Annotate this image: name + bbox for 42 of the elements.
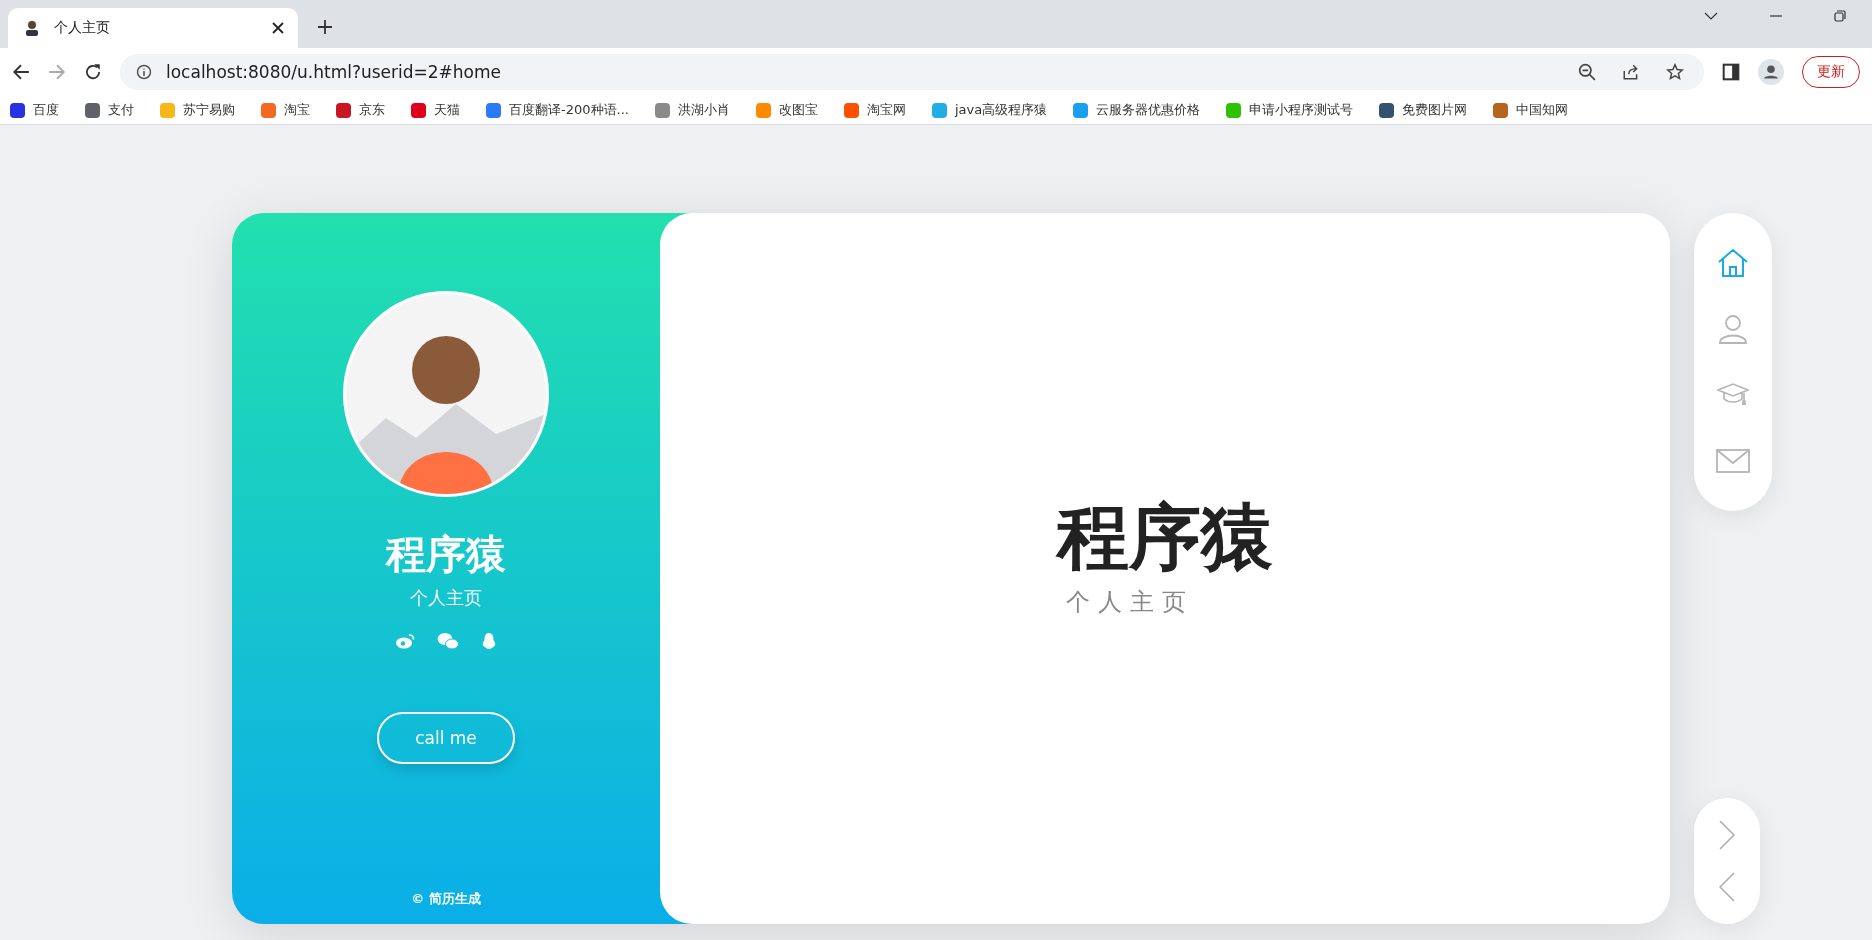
bookmark[interactable]: 洪湖小肖 <box>654 101 730 119</box>
bookmark[interactable]: 申请小程序测试号 <box>1226 101 1354 119</box>
info-icon <box>136 64 152 80</box>
home-icon <box>1717 248 1749 278</box>
address-bar[interactable]: localhost:8080/u.html?userid=2#home <box>120 54 1704 90</box>
back-icon[interactable] <box>12 63 30 81</box>
close-icon[interactable] <box>272 22 284 34</box>
profile-name: 程序猿 <box>386 530 506 579</box>
plus-icon[interactable] <box>318 20 332 34</box>
bookmark[interactable]: 支付 <box>85 101 134 119</box>
person-icon <box>24 20 40 36</box>
bookmark[interactable]: 百度 <box>10 101 59 119</box>
star-icon[interactable] <box>1666 63 1684 81</box>
chevron-down-icon[interactable] <box>1704 12 1718 20</box>
profile-avatar-icon[interactable] <box>1758 59 1784 85</box>
zoom-out-icon[interactable] <box>1578 63 1596 81</box>
copyright-text: © 简历生成 <box>411 890 481 908</box>
bookmark[interactable]: 天猫 <box>411 101 460 119</box>
bookmark[interactable]: 淘宝 <box>261 101 310 119</box>
update-button[interactable]: 更新 <box>1802 56 1860 88</box>
reload-icon[interactable] <box>84 63 102 81</box>
tab-title: 个人主页 <box>54 19 111 37</box>
bookmark[interactable]: 百度翻译-200种语... <box>486 101 629 119</box>
bookmark[interactable]: 苏宁易购 <box>160 101 235 119</box>
bookmark[interactable]: 云服务器优惠价格 <box>1073 101 1201 119</box>
bookmark[interactable]: 淘宝网 <box>843 101 906 119</box>
url-text: localhost:8080/u.html?userid=2#home <box>166 62 502 82</box>
bookmark[interactable]: 京东 <box>336 101 385 119</box>
share-icon[interactable] <box>1622 63 1640 81</box>
bookmark[interactable]: 中国知网 <box>1493 101 1569 119</box>
main-subtitle: 个人主页 <box>1066 586 1194 618</box>
bookmark[interactable]: java高级程序猿 <box>931 101 1048 119</box>
main-title: 程序猿 <box>1057 493 1273 581</box>
browser-tab[interactable]: 个人主页 <box>8 8 298 48</box>
mail-icon <box>1716 449 1750 473</box>
bookmark[interactable]: 改图宝 <box>755 101 818 119</box>
restore-icon[interactable] <box>1834 10 1846 22</box>
bookmark[interactable]: 免费图片网 <box>1379 101 1468 119</box>
profile-subtitle: 个人主页 <box>410 586 482 610</box>
person-icon <box>1717 313 1749 345</box>
side-panel-icon[interactable] <box>1722 63 1740 81</box>
graduation-cap-icon <box>1717 383 1749 407</box>
